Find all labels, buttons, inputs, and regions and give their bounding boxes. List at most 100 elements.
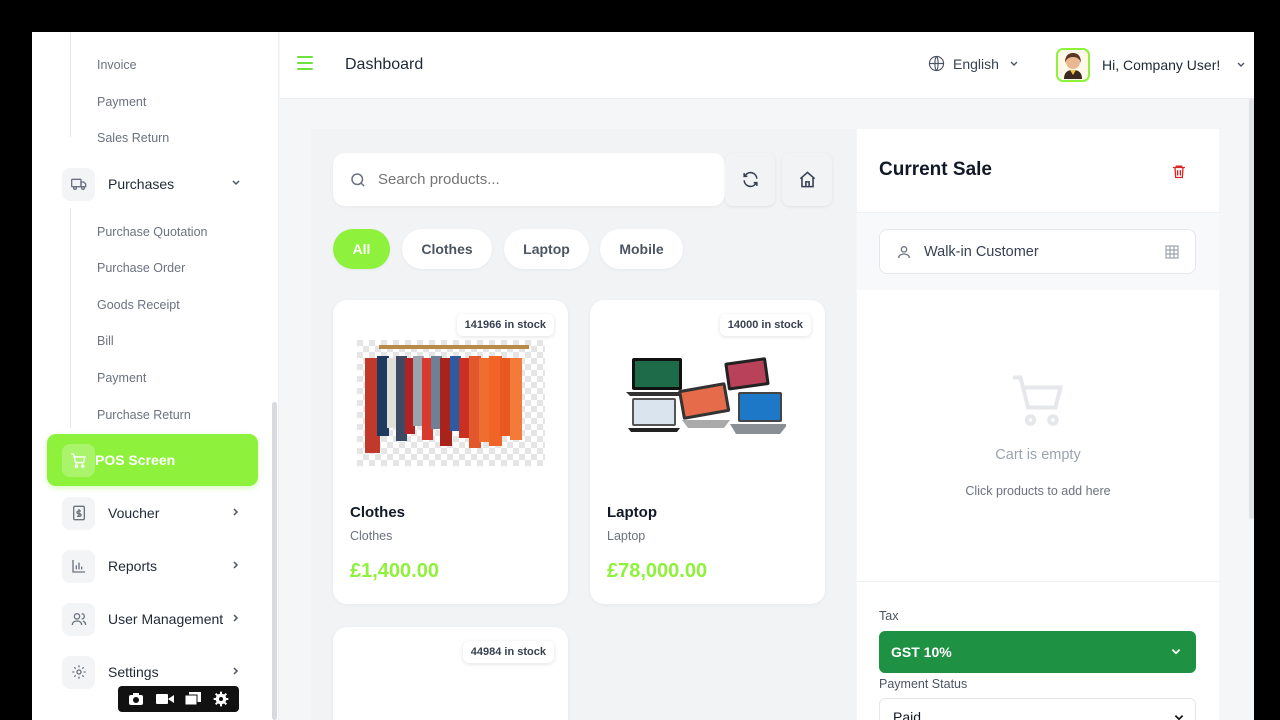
products-panel: All Clothes Laptop Mobile 141966 in stoc…: [311, 129, 856, 720]
product-card-clothes[interactable]: 141966 in stock Clothes Clothes £1,400.0…: [333, 300, 568, 604]
product-image: [357, 340, 545, 466]
sidebar-scrollbar[interactable]: [272, 402, 277, 720]
chevron-down-icon: [230, 177, 242, 191]
sale-title: Current Sale: [879, 159, 992, 180]
cart-empty-text: Cart is empty: [995, 447, 1081, 463]
search-icon: [349, 171, 367, 189]
language-label: English: [953, 55, 999, 72]
truck-icon: [62, 167, 95, 201]
cart-icon: [1008, 370, 1068, 435]
product-name: Clothes: [350, 504, 406, 521]
cart-empty-area: Cart is empty Click products to add here: [857, 290, 1219, 581]
product-card-laptop[interactable]: 14000 in stock Laptop Laptop £78,000.00: [590, 300, 825, 604]
product-price: £78,000.00: [607, 560, 708, 582]
hamburger-menu-icon[interactable]: [297, 56, 313, 72]
product-name: Laptop: [607, 504, 657, 521]
home-button[interactable]: [782, 153, 832, 206]
chevron-down-icon: [1236, 60, 1246, 70]
tax-select[interactable]: GST 10%: [879, 631, 1196, 673]
sidebar-item-label: Voucher: [108, 505, 160, 521]
payment-status-select[interactable]: Paid: [879, 698, 1196, 720]
grid-icon[interactable]: [1165, 244, 1179, 259]
app-window: Invoice Payment Sales Return Purchases P…: [32, 32, 1254, 720]
filter-chip-laptop[interactable]: Laptop: [504, 229, 589, 269]
user-menu[interactable]: Hi, Company User!: [1056, 48, 1246, 82]
user-icon: [896, 244, 912, 260]
stock-badge: 44984 in stock: [462, 641, 554, 663]
sidebar-item-bill[interactable]: Bill: [97, 334, 114, 348]
page-title: Dashboard: [345, 56, 424, 73]
filter-chip-mobile[interactable]: Mobile: [600, 229, 683, 269]
product-price: £1,400.00: [350, 560, 439, 582]
avatar: [1056, 48, 1090, 82]
customer-name: Walk-in Customer: [924, 243, 1039, 260]
chevron-right-icon: [230, 506, 242, 520]
submenu-line: [70, 32, 71, 137]
sidebar-item-label: User Management: [108, 611, 224, 627]
sidebar-item-reports[interactable]: Reports: [62, 549, 242, 583]
sidebar-item-voucher[interactable]: Voucher: [62, 496, 242, 530]
sidebar-item-purchases[interactable]: Purchases: [62, 167, 242, 201]
refresh-icon: [741, 170, 760, 189]
sidebar-item-label: Reports: [108, 558, 158, 574]
sidebar: Invoice Payment Sales Return Purchases P…: [32, 32, 279, 720]
sidebar-item-label: Settings: [108, 664, 159, 680]
tax-value: GST 10%: [891, 644, 952, 660]
page-scrollbar[interactable]: [1249, 99, 1254, 519]
sidebar-item-purchase-return[interactable]: Purchase Return: [97, 408, 191, 422]
gear-icon[interactable]: [213, 691, 229, 707]
user-greeting: Hi, Company User!: [1102, 57, 1221, 73]
window-icon[interactable]: [185, 692, 202, 706]
tax-label: Tax: [879, 609, 899, 623]
sidebar-item-purchase-order[interactable]: Purchase Order: [97, 261, 185, 275]
sidebar-item-label: POS Screen: [95, 452, 176, 468]
chevron-down-icon: [1009, 59, 1019, 69]
chart-icon: [62, 549, 95, 583]
gear-icon: [62, 655, 95, 689]
product-image: [626, 357, 786, 434]
search-box[interactable]: [333, 153, 725, 206]
chevron-right-icon: [230, 665, 242, 679]
sale-body: Walk-in Customer Cart is empty Click pro…: [857, 213, 1219, 581]
product-category: Laptop: [607, 529, 646, 543]
globe-icon: [928, 55, 945, 72]
sidebar-item-invoice[interactable]: Invoice: [97, 58, 137, 72]
product-category: Clothes: [350, 529, 393, 543]
chevron-down-icon: [1170, 646, 1182, 658]
trash-icon[interactable]: [1171, 163, 1187, 185]
sale-header: Current Sale: [857, 129, 1219, 213]
filter-chip-all[interactable]: All: [333, 229, 390, 269]
screenshot-icon[interactable]: [128, 692, 144, 706]
voucher-icon: [62, 496, 95, 530]
users-icon: [62, 602, 95, 636]
stock-badge: 14000 in stock: [719, 314, 811, 336]
sidebar-item-settings[interactable]: Settings: [62, 655, 242, 689]
sidebar-item-payment[interactable]: Payment: [97, 95, 146, 109]
sidebar-item-purchase-quotation[interactable]: Purchase Quotation: [97, 225, 208, 239]
current-sale-panel: Current Sale Walk-in Customer Cart is em…: [857, 129, 1219, 720]
cart-icon: [62, 443, 95, 477]
video-icon[interactable]: [155, 693, 174, 705]
customer-select[interactable]: Walk-in Customer: [879, 229, 1196, 274]
payment-status-value: Paid: [893, 709, 922, 720]
recording-toolbar: [118, 686, 239, 712]
cart-empty-hint: Click products to add here: [965, 484, 1111, 498]
sidebar-item-label: Purchases: [108, 176, 175, 192]
refresh-button[interactable]: [725, 153, 775, 206]
sidebar-item-user-management[interactable]: User Management: [62, 602, 242, 636]
sidebar-item-payment[interactable]: Payment: [97, 371, 146, 385]
stock-badge: 141966 in stock: [456, 314, 554, 336]
top-header: Dashboard English Hi, Company User!: [280, 32, 1254, 99]
submenu-line: [70, 208, 71, 428]
sidebar-item-sales-return[interactable]: Sales Return: [97, 131, 169, 145]
filter-chip-clothes[interactable]: Clothes: [402, 229, 492, 269]
search-input[interactable]: [378, 171, 708, 188]
chevron-down-icon: [1173, 709, 1185, 720]
sidebar-item-goods-receipt[interactable]: Goods Receipt: [97, 298, 180, 312]
sidebar-item-pos-screen[interactable]: POS Screen: [47, 434, 258, 486]
home-icon: [798, 170, 817, 189]
language-selector[interactable]: English: [928, 55, 1019, 72]
chevron-right-icon: [230, 559, 242, 573]
product-card[interactable]: 44984 in stock: [333, 627, 568, 720]
chevron-right-icon: [230, 612, 242, 626]
